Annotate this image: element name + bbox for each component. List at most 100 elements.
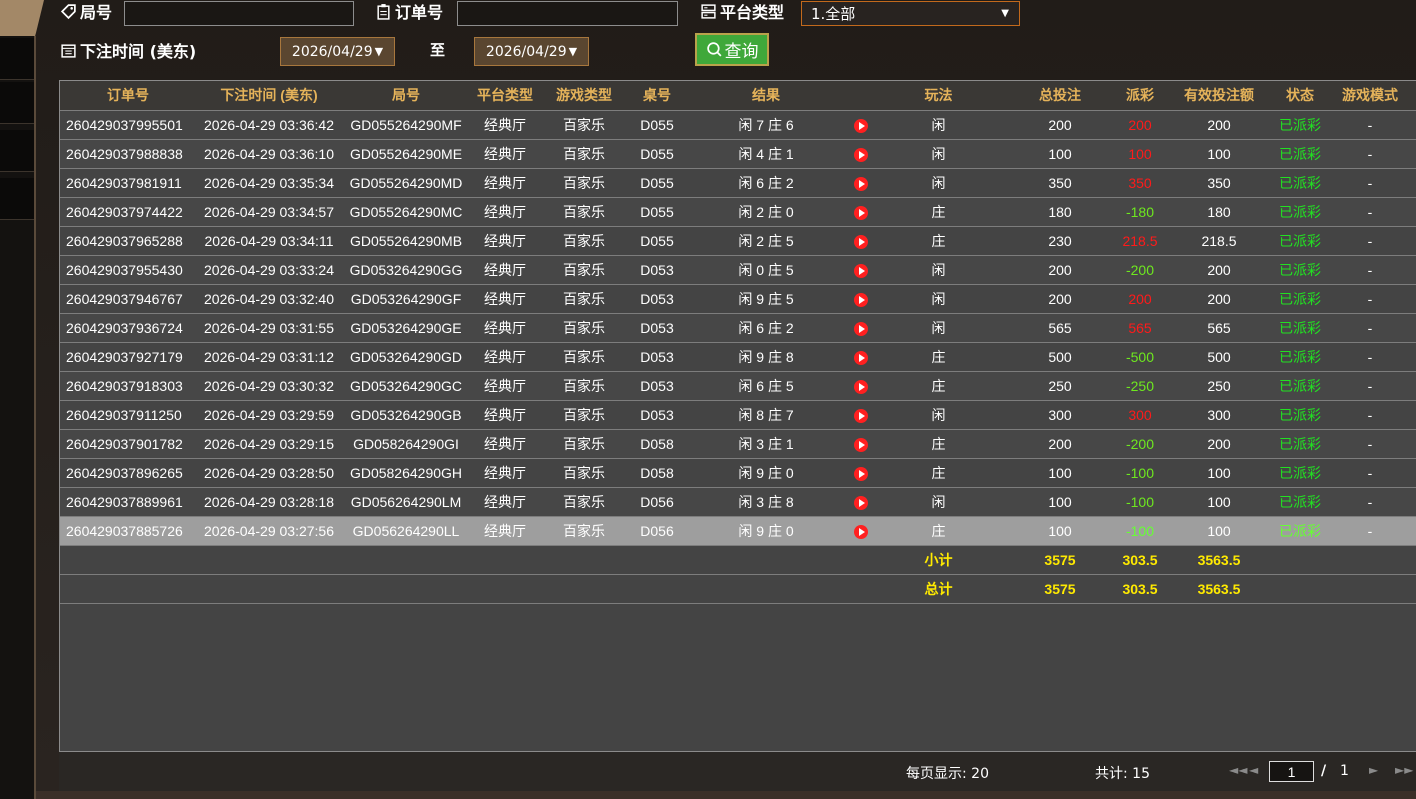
last-page-icon[interactable]: ►►	[1395, 763, 1413, 777]
play-replay-icon[interactable]	[854, 495, 868, 510]
cell-valid-bet: 350	[1161, 168, 1277, 198]
play-replay-icon[interactable]	[854, 263, 868, 278]
cell-total-bet: 200	[1001, 284, 1119, 314]
replay-cell	[846, 284, 876, 314]
play-replay-icon[interactable]	[854, 205, 868, 220]
cell-round-number: GD055264290MB	[342, 226, 470, 256]
sidebar-item-1[interactable]	[0, 38, 34, 80]
column-header-game-type: 游戏类型	[540, 81, 628, 111]
table-row[interactable]: 260429037936724 2026-04-29 03:31:55 GD0532…	[60, 313, 1416, 343]
cell-game-type: 百家乐	[540, 371, 628, 401]
cell-status: 已派彩	[1277, 313, 1323, 343]
table-row[interactable]: 260429037955430 2026-04-29 03:33:24 GD0532…	[60, 255, 1416, 285]
total-row-empty-cell	[686, 574, 846, 604]
play-replay-icon[interactable]	[854, 466, 868, 481]
cell-game-type: 百家乐	[540, 255, 628, 285]
total-row-empty-cell	[60, 574, 196, 604]
caret-down-icon: ▼	[568, 45, 578, 58]
cell-total-bet: 230	[1001, 226, 1119, 256]
replay-cell	[846, 255, 876, 285]
cell-total-bet: 250	[1001, 371, 1119, 401]
play-replay-icon[interactable]	[854, 147, 868, 162]
cell-bet-time: 2026-04-29 03:31:55	[196, 313, 342, 343]
table-body: 260429037995501 2026-04-29 03:36:42 GD0552…	[60, 110, 1416, 604]
play-replay-icon[interactable]	[854, 524, 868, 539]
cell-total-bet: 300	[1001, 400, 1119, 430]
sidebar-item-2[interactable]	[0, 82, 34, 124]
query-button-label: 查询	[724, 42, 759, 62]
table-row[interactable]: 260429037927179 2026-04-29 03:31:12 GD0532…	[60, 342, 1416, 372]
cell-table-number: D053	[628, 284, 686, 314]
table-row[interactable]: 260429037974422 2026-04-29 03:34:57 GD0552…	[60, 197, 1416, 227]
table-row[interactable]: 260429037965288 2026-04-29 03:34:11 GD0552…	[60, 226, 1416, 256]
play-replay-icon[interactable]	[854, 234, 868, 249]
play-replay-icon[interactable]	[854, 350, 868, 365]
table-row[interactable]: 260429037981911 2026-04-29 03:35:34 GD0552…	[60, 168, 1416, 198]
order-input[interactable]	[457, 1, 678, 26]
cell-order-number: 260429037988838	[60, 139, 196, 169]
cell-bet-time: 2026-04-29 03:28:18	[196, 487, 342, 517]
cell-status: 已派彩	[1277, 487, 1323, 517]
cell-payout: 200	[1119, 284, 1161, 314]
table-row[interactable]: 260429037918303 2026-04-29 03:30:32 GD0532…	[60, 371, 1416, 401]
date-range-separator: 至	[430, 41, 446, 59]
cell-payout: 350	[1119, 168, 1161, 198]
sidebar-item-3[interactable]	[0, 130, 34, 172]
cell-bet-time: 2026-04-29 03:27:56	[196, 516, 342, 546]
replay-cell	[846, 487, 876, 517]
column-header-result: 结果	[686, 81, 846, 111]
cell-bet-play: 闲	[876, 400, 1001, 430]
cell-valid-bet: 300	[1161, 400, 1277, 430]
cell-status: 已派彩	[1277, 429, 1323, 459]
play-replay-icon[interactable]	[854, 292, 868, 307]
cell-round-number: GD055264290MD	[342, 168, 470, 198]
date-to-picker[interactable]: 2026/04/29 ▼	[474, 37, 589, 66]
cell-payout: -100	[1119, 516, 1161, 546]
prev-page-icon[interactable]: ◄	[1249, 763, 1258, 777]
sidebar-item-4[interactable]	[0, 178, 34, 220]
cell-platform-type: 经典厅	[470, 458, 540, 488]
column-header-order-number: 订单号	[60, 81, 196, 111]
order-label: 订单号	[395, 3, 444, 22]
table-row[interactable]: 260429037901782 2026-04-29 03:29:15 GD0582…	[60, 429, 1416, 459]
play-replay-icon[interactable]	[854, 118, 868, 133]
cell-total-bet: 200	[1001, 110, 1119, 140]
cell-order-number: 260429037936724	[60, 313, 196, 343]
cell-bet-play: 庄	[876, 458, 1001, 488]
table-row[interactable]: 260429037889961 2026-04-29 03:28:18 GD0562…	[60, 487, 1416, 517]
table-row[interactable]: 260429037896265 2026-04-29 03:28:50 GD0582…	[60, 458, 1416, 488]
first-page-icon[interactable]: ◄◄	[1229, 763, 1247, 777]
table-row[interactable]: 260429037911250 2026-04-29 03:29:59 GD0532…	[60, 400, 1416, 430]
round-input[interactable]	[124, 1, 354, 26]
date-from-picker[interactable]: 2026/04/29 ▼	[280, 37, 395, 66]
replay-cell	[846, 516, 876, 546]
table-row[interactable]: 260429037988838 2026-04-29 03:36:10 GD0552…	[60, 139, 1416, 169]
cell-payout: 218.5	[1119, 226, 1161, 256]
cell-total-bet: 200	[1001, 255, 1119, 285]
platform-select[interactable]: 1.全部 ▼	[801, 1, 1020, 26]
cell-status: 已派彩	[1277, 458, 1323, 488]
table-row[interactable]: 260429037946767 2026-04-29 03:32:40 GD0532…	[60, 284, 1416, 314]
play-replay-icon[interactable]	[854, 437, 868, 452]
total-row-empty-cell	[342, 574, 470, 604]
cell-order-number: 260429037955430	[60, 255, 196, 285]
cell-payout: -180	[1119, 197, 1161, 227]
query-button[interactable]: 查询	[695, 33, 769, 66]
cell-game-type: 百家乐	[540, 458, 628, 488]
play-replay-icon[interactable]	[854, 321, 868, 336]
column-header-game-mode: 游戏模式	[1323, 81, 1416, 111]
cell-payout: -500	[1119, 342, 1161, 372]
cell-game-type: 百家乐	[540, 400, 628, 430]
play-replay-icon[interactable]	[854, 379, 868, 394]
table-row[interactable]: 260429037885726 2026-04-29 03:27:56 GD0562…	[60, 516, 1416, 546]
next-page-icon[interactable]: ►	[1369, 763, 1378, 777]
cell-result: 闲 6 庄 5	[686, 371, 846, 401]
subtotal-row-empty-cell	[540, 545, 628, 575]
tag-icon	[60, 3, 76, 19]
table-row[interactable]: 260429037995501 2026-04-29 03:36:42 GD0552…	[60, 110, 1416, 140]
play-replay-icon[interactable]	[854, 176, 868, 191]
cell-order-number: 260429037995501	[60, 110, 196, 140]
current-page-input[interactable]	[1269, 761, 1314, 782]
play-replay-icon[interactable]	[854, 408, 868, 423]
cell-game-mode: -	[1323, 110, 1416, 140]
